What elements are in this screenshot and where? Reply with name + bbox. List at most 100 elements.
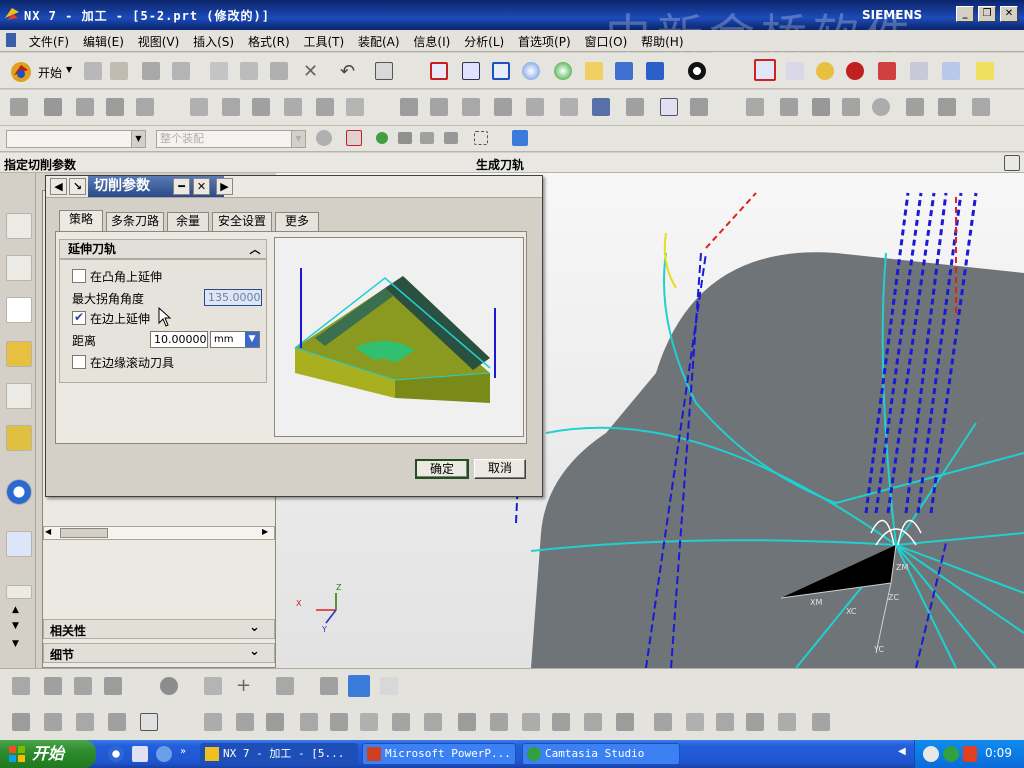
menu-help[interactable]: 帮助(H) (636, 30, 688, 53)
feature-group-icon[interactable] (780, 98, 798, 116)
feedrate-icon[interactable] (690, 98, 708, 116)
menu-analysis[interactable]: 分析(L) (459, 30, 509, 53)
transform-tool-icon[interactable] (12, 677, 30, 695)
horizontal-scrollbar[interactable]: ◀ ▶ (43, 526, 275, 540)
rectangle-select-icon[interactable] (474, 131, 488, 145)
verify-toolpath-icon[interactable] (284, 98, 302, 116)
block-tool-icon[interactable] (348, 675, 370, 697)
desktop-quicklaunch-icon[interactable] (132, 746, 148, 762)
chevron-down-icon[interactable]: ▼ (245, 332, 259, 347)
fit-view-icon[interactable] (430, 62, 448, 80)
create-tool-icon[interactable] (44, 98, 62, 116)
tool-icon[interactable] (592, 98, 610, 116)
hole-tool-icon[interactable] (12, 713, 30, 731)
object-info-icon[interactable] (660, 98, 678, 116)
quicklaunch-more-icon[interactable]: » (180, 746, 186, 757)
copy-icon[interactable] (240, 62, 258, 80)
snap-point-icon[interactable] (346, 130, 362, 146)
sphere-tool-icon[interactable] (160, 677, 178, 695)
selection-settings-icon[interactable] (316, 130, 332, 146)
chevron-up-icon[interactable]: ︿ (247, 241, 263, 257)
output-cls-icon[interactable] (430, 98, 448, 116)
roles-icon[interactable] (6, 585, 32, 599)
assembly-navigator-icon[interactable] (6, 213, 32, 239)
menu-format[interactable]: 格式(R) (243, 30, 295, 53)
max-corner-angle-field[interactable]: 135.00000 (204, 289, 262, 306)
type-filter-select[interactable]: ▼ (6, 130, 146, 148)
chain-tool-icon[interactable] (204, 677, 222, 695)
blank-icon[interactable] (842, 98, 860, 116)
start-button[interactable]: 开始 (0, 740, 96, 768)
grid-tool-icon[interactable] (104, 677, 122, 695)
sew-tool-icon[interactable] (490, 713, 508, 731)
select-icon[interactable] (910, 62, 928, 80)
body-rule-icon[interactable] (420, 132, 434, 144)
shaded-icon[interactable] (615, 62, 633, 80)
link-tool-icon[interactable] (716, 713, 734, 731)
create-program-icon[interactable] (10, 98, 28, 116)
delete-icon[interactable]: ✕ (303, 61, 318, 82)
menu-window[interactable]: 窗口(O) (579, 30, 632, 53)
wcs-icon[interactable] (754, 59, 776, 81)
dialog-collapse-icon[interactable]: ━ (173, 178, 190, 195)
scroll-down-icon[interactable]: ▼ (12, 621, 19, 631)
scale-tool-icon[interactable] (458, 713, 476, 731)
menu-insert[interactable]: 插入(S) (188, 30, 239, 53)
component-select-icon[interactable] (512, 130, 528, 146)
orient-view-icon[interactable] (646, 62, 664, 80)
save-icon[interactable] (142, 62, 160, 80)
render-style-icon[interactable] (688, 62, 706, 80)
paste-object-icon[interactable] (560, 98, 578, 116)
minimize-button[interactable]: _ (956, 6, 974, 22)
measure-icon[interactable] (976, 62, 994, 80)
groove-tool-icon[interactable] (204, 713, 222, 731)
zoom-icon[interactable] (492, 62, 510, 80)
ok-button[interactable]: 确定 (415, 459, 469, 479)
distance-field[interactable]: 10.00000 (150, 331, 208, 348)
zoom-in-out-icon[interactable] (522, 62, 540, 80)
simulate-icon[interactable] (316, 98, 334, 116)
post-process-icon[interactable] (346, 98, 364, 116)
web-browser-icon[interactable] (6, 531, 32, 557)
open-file-icon[interactable] (110, 62, 128, 80)
menu-edit[interactable]: 编辑(E) (78, 30, 129, 53)
create-geometry-icon[interactable] (76, 98, 94, 116)
edit-object-icon[interactable] (462, 98, 480, 116)
point-icon[interactable] (878, 62, 896, 80)
shell-tool-icon[interactable] (300, 713, 318, 731)
task-nx[interactable]: NX 7 - 加工 - [5... (200, 743, 358, 765)
create-method-icon[interactable] (106, 98, 124, 116)
cancel-button[interactable]: 取消 (474, 459, 526, 479)
tab-multiple-passes[interactable]: 多条刀路 (106, 212, 164, 231)
menu-view[interactable]: 视图(V) (133, 30, 185, 53)
box-icon[interactable] (972, 98, 990, 116)
nx-menu-icon[interactable] (6, 33, 16, 47)
part-navigator-icon[interactable] (6, 255, 32, 281)
unite-tool-icon[interactable] (584, 713, 602, 731)
paste-icon[interactable] (270, 62, 288, 80)
feature-rule-icon[interactable] (444, 132, 458, 144)
section-details[interactable]: 细节 ⌄ (43, 643, 275, 663)
replay-toolpath-icon[interactable] (222, 98, 240, 116)
extend-convex-corners-checkbox[interactable] (72, 269, 86, 283)
filter-icon[interactable] (942, 62, 960, 80)
feature-icon[interactable] (746, 98, 764, 116)
pattern-tool-icon[interactable] (74, 677, 92, 695)
mirror-tool-icon[interactable] (44, 677, 62, 695)
tab-stock[interactable]: 余量 (167, 212, 209, 231)
intersect-tool-icon[interactable] (654, 713, 672, 731)
menu-tools[interactable]: 工具(T) (298, 30, 349, 53)
undo-icon[interactable]: ↶ (340, 61, 355, 82)
task-camtasia[interactable]: Camtasia Studio (522, 743, 680, 765)
tab-containment[interactable]: 安全设置 (212, 212, 272, 231)
shop-doc-icon[interactable] (400, 98, 418, 116)
scroll-end-icon[interactable]: ▼ (12, 639, 19, 649)
replay-tool-icon[interactable] (812, 713, 830, 731)
chamfer-tool-icon[interactable] (236, 713, 254, 731)
machine-tool-navigator-icon[interactable] (6, 341, 32, 367)
light-icon[interactable] (816, 62, 834, 80)
split-tool-icon[interactable] (392, 713, 410, 731)
display-icon[interactable] (812, 98, 830, 116)
pan-icon[interactable] (585, 62, 603, 80)
camtasia-tray-icon[interactable] (943, 746, 959, 762)
